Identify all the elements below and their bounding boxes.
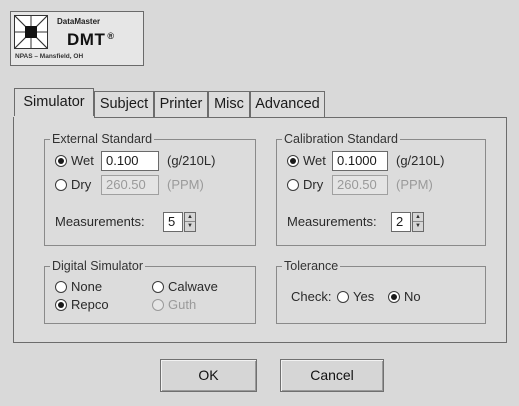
tolerance-group: Tolerance Check: Yes No [276, 259, 486, 324]
external-wet-unit: (g/210L) [167, 153, 216, 168]
simulator-none-radio[interactable] [55, 281, 67, 293]
calibration-standard-group: Calibration Standard Wet 0.1000 (g/210L)… [276, 132, 486, 246]
digital-simulator-title: Digital Simulator [50, 259, 146, 273]
ok-button[interactable]: OK [160, 359, 257, 392]
external-wet-label: Wet [71, 153, 94, 168]
app-logo: DataMaster DMT ® NPAS – Mansfield, OH [10, 11, 144, 66]
external-standard-group: External Standard Wet 0.100 (g/210L) Dry… [44, 132, 256, 246]
external-measurements-label: Measurements: [55, 214, 145, 229]
calibration-dry-input[interactable]: 260.50 [332, 175, 388, 195]
logo-model: DMT ® [67, 30, 114, 50]
simulator-repco-radio[interactable] [55, 299, 67, 311]
calibration-measurements-label: Measurements: [287, 214, 377, 229]
calibration-measurements-input[interactable]: 2 [391, 212, 411, 232]
simulator-guth-radio[interactable] [152, 299, 164, 311]
simulator-repco-label: Repco [71, 297, 109, 312]
external-dry-radio[interactable] [55, 179, 67, 191]
cancel-button[interactable]: Cancel [280, 359, 384, 392]
calibration-dry-label: Dry [303, 177, 324, 192]
logo-brand-name: DataMaster [57, 17, 101, 26]
calibration-dry-unit: (PPM) [396, 177, 433, 192]
calibration-dry-radio[interactable] [287, 179, 299, 191]
logo-model-text: DMT [67, 30, 106, 49]
tolerance-title: Tolerance [282, 259, 341, 273]
tolerance-yes-radio[interactable] [337, 291, 349, 303]
tab-subject[interactable]: Subject [94, 91, 154, 117]
tab-advanced[interactable]: Advanced [250, 91, 325, 117]
tolerance-no-label: No [404, 289, 421, 304]
calibration-wet-radio[interactable] [287, 155, 299, 167]
simulator-calwave-label: Calwave [168, 279, 218, 294]
calibration-standard-title: Calibration Standard [282, 132, 400, 146]
external-standard-title: External Standard [50, 132, 155, 146]
tolerance-check-label: Check: [291, 289, 332, 304]
external-wet-input[interactable]: 0.100 [101, 151, 159, 171]
tolerance-no-radio[interactable] [388, 291, 400, 303]
logo-mark-icon [14, 15, 48, 49]
simulator-none-label: None [71, 279, 103, 294]
logo-location: NPAS – Mansfield, OH [15, 53, 84, 60]
digital-simulator-group: Digital Simulator None Calwave Repco Gut… [44, 259, 256, 324]
calibration-wet-unit: (g/210L) [396, 153, 445, 168]
calibration-wet-input[interactable]: 0.1000 [332, 151, 388, 171]
spin-up-icon[interactable]: ▲ [413, 213, 423, 222]
spin-down-icon[interactable]: ▼ [413, 222, 423, 231]
calibration-measurements-spinner[interactable]: ▲ ▼ [412, 212, 424, 232]
calibration-wet-label: Wet [303, 153, 326, 168]
spin-down-icon[interactable]: ▼ [185, 222, 195, 231]
simulator-tab-panel: External Standard Wet 0.100 (g/210L) Dry… [13, 117, 507, 343]
external-dry-label: Dry [71, 177, 92, 192]
tab-printer[interactable]: Printer [154, 91, 208, 117]
tab-simulator[interactable]: Simulator [14, 88, 94, 118]
active-tab-joiner [14, 116, 94, 119]
spin-up-icon[interactable]: ▲ [185, 213, 195, 222]
external-measurements-input[interactable]: 5 [163, 212, 183, 232]
registered-mark: ® [107, 31, 115, 41]
external-dry-unit: (PPM) [167, 177, 204, 192]
external-measurements-spinner[interactable]: ▲ ▼ [184, 212, 196, 232]
external-dry-input[interactable]: 260.50 [101, 175, 159, 195]
simulator-calwave-radio[interactable] [152, 281, 164, 293]
tolerance-yes-label: Yes [353, 289, 375, 304]
external-wet-radio[interactable] [55, 155, 67, 167]
tab-misc[interactable]: Misc [208, 91, 250, 117]
simulator-guth-label: Guth [168, 297, 197, 312]
